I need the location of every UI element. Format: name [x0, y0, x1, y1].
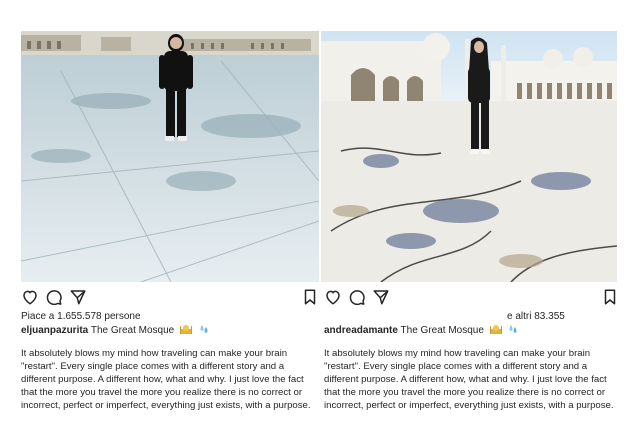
- droplets-emoji: [198, 324, 210, 334]
- post-byline: andreadamante The Great Mosque: [321, 324, 617, 337]
- comment-icon[interactable]: [45, 288, 63, 306]
- mosque-emoji: [180, 324, 193, 334]
- post-byline: eljuanpazurita The Great Mosque: [21, 324, 319, 337]
- username-link[interactable]: andreadamante: [324, 325, 398, 336]
- comment-icon[interactable]: [348, 288, 366, 306]
- post-photo-left[interactable]: [21, 31, 319, 282]
- likes-count[interactable]: Piace a 1.655.578 persone: [21, 310, 319, 323]
- bookmark-icon[interactable]: [301, 288, 319, 306]
- action-bar: [321, 288, 617, 308]
- action-bar: [21, 288, 319, 308]
- bookmark-icon[interactable]: [601, 288, 619, 306]
- location-text: The Great Mosque: [400, 325, 484, 336]
- heart-icon[interactable]: [21, 288, 39, 306]
- heart-icon[interactable]: [324, 288, 342, 306]
- droplets-emoji: [507, 324, 519, 334]
- post-left: Piace a 1.655.578 persone eljuanpazurita…: [21, 0, 319, 412]
- post-caption: It absolutely blows my mind how travelin…: [21, 348, 311, 411]
- post-photo-right[interactable]: [321, 31, 617, 282]
- share-icon[interactable]: [372, 288, 390, 306]
- post-right: e altri 83.355 andreadamante The Great M…: [321, 0, 617, 412]
- likes-count[interactable]: e altri 83.355: [321, 310, 617, 323]
- post-caption: It absolutely blows my mind how travelin…: [324, 348, 614, 411]
- mosque-emoji: [489, 324, 502, 334]
- share-icon[interactable]: [69, 288, 87, 306]
- location-text: The Great Mosque: [90, 325, 175, 336]
- username-link[interactable]: eljuanpazurita: [21, 325, 88, 336]
